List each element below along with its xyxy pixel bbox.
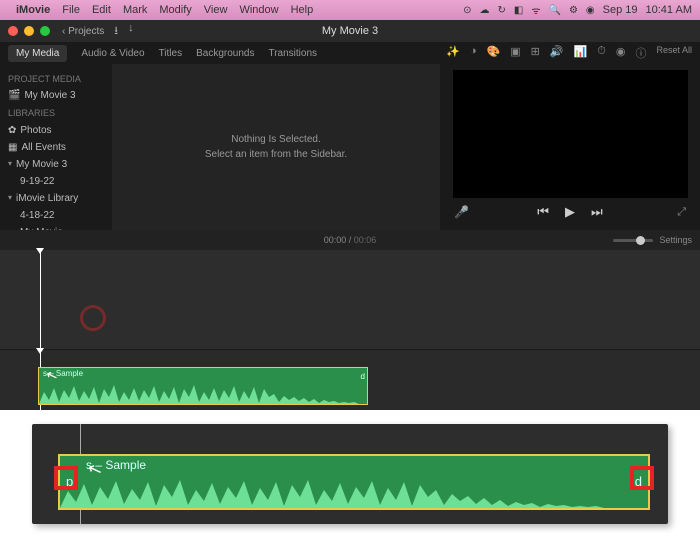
sidebar-section-media: PROJECT MEDIA [8,72,104,87]
window-title: My Movie 3 [322,25,378,37]
audio-clip[interactable]: s – Sample d [38,367,368,405]
sidebar-item-imovie-library[interactable]: ▾iMovie Library [8,190,104,207]
chevron-down-icon[interactable]: ▾ [8,191,12,205]
zoom-audio-clip[interactable]: s – Sample p d [58,454,650,510]
next-button[interactable]: ⏭ [591,204,603,220]
menu-mark[interactable]: Mark [123,4,147,16]
playhead[interactable] [40,250,41,349]
crop-icon[interactable]: ▣ [510,45,520,61]
tab-backgrounds[interactable]: Backgrounds [196,48,254,59]
tutorial-zoom-panel: s – Sample p d ↖ [0,410,700,544]
play-button[interactable]: ▶ [565,204,575,220]
wifi-icon[interactable]: ᯤ [531,3,540,17]
menubar-date[interactable]: Sep 19 [603,4,638,16]
filter-icon[interactable]: ◉ [616,45,626,61]
adjustment-toolbar: ✨ ◑ 🎨 ▣ ⊞ 🔊 📊 ⏱ ◉ ⓘ Reset All [446,45,692,61]
grid-icon: ▦ [8,139,17,156]
zoom-view: s – Sample p d ↖ [32,424,668,524]
stabilization-icon[interactable]: ⊞ [531,45,540,61]
zoom-slider[interactable] [613,239,653,242]
search-icon[interactable]: 🔍 [548,5,560,16]
macos-menubar: iMovie File Edit Mark Modify View Window… [0,0,700,20]
chevron-down-icon[interactable]: ▾ [8,157,12,171]
timeline-video-track[interactable] [0,250,700,350]
reset-all-button[interactable]: Reset All [656,45,692,61]
info-icon[interactable]: ⓘ [635,45,646,61]
close-button[interactable] [8,26,18,36]
waveform-icon [60,476,650,508]
fullscreen-button[interactable] [40,26,50,36]
waveform-icon [39,382,368,404]
speed-icon[interactable]: ⏱ [597,45,606,61]
sidebar-section-libraries: LIBRARIES [8,106,104,121]
menu-window[interactable]: Window [239,4,278,16]
main-area: PROJECT MEDIA 🎬My Movie 3 LIBRARIES ✿Pho… [0,64,700,230]
menu-help[interactable]: Help [291,4,314,16]
media-browser[interactable]: Nothing Is Selected. Select an item from… [112,64,440,230]
annotation-circle [80,305,106,331]
timeline-header: 00:00 / 00:06 Settings [0,230,700,250]
window-titlebar: ‹ Projects ⭳ ↓ My Movie 3 [0,20,700,42]
timecode-display: 00:00 / 00:06 [324,235,377,245]
tab-transitions[interactable]: Transitions [268,48,317,59]
screen-recording-icon[interactable]: ⊙ [463,5,471,16]
timeline-settings-group: Settings [613,235,692,245]
timeline[interactable]: s – Sample d ↖ [0,250,700,410]
volume-icon[interactable]: 🔊 [550,45,564,61]
menu-view[interactable]: View [204,4,228,16]
sidebar-item-all-events[interactable]: ▦All Events [8,139,104,156]
prev-button[interactable]: ⏮ [537,204,549,220]
minimize-button[interactable] [24,26,34,36]
viewer-panel: 🎤 ⏮ ▶ ⏭ ⤢ [440,64,700,230]
empty-state-text: Nothing Is Selected. Select an item from… [205,132,347,162]
menu-modify[interactable]: Modify [159,4,191,16]
back-to-projects-button[interactable]: ‹ Projects [62,26,104,37]
menu-file[interactable]: File [62,4,80,16]
viewer-canvas[interactable] [453,70,688,198]
settings-button[interactable]: Settings [659,235,692,245]
tab-my-media[interactable]: My Media [8,45,67,62]
cloud-icon[interactable]: ☁ [480,5,490,16]
clapperboard-icon: 🎬 [8,87,20,104]
control-center-icon[interactable]: ⚙ [569,5,578,16]
voiceover-icon[interactable]: 🎤 [454,205,469,219]
tab-titles[interactable]: Titles [159,48,183,59]
download-icon[interactable]: ↓ [128,22,134,41]
tab-audio-video[interactable]: Audio & Video [81,48,144,59]
traffic-lights [8,26,50,36]
display-icon[interactable]: ◧ [514,5,523,16]
playback-controls: 🎤 ⏮ ▶ ⏭ ⤢ [448,204,692,220]
menu-edit[interactable]: Edit [92,4,111,16]
menubar-time[interactable]: 10:41 AM [646,4,692,16]
sidebar-item-photos[interactable]: ✿Photos [8,122,104,139]
browser-header: My Media Audio & Video Titles Background… [0,42,700,64]
color-correction-icon[interactable]: 🎨 [487,45,501,61]
annotation-box-left [54,466,78,490]
color-balance-icon[interactable]: ◑ [470,45,477,61]
clip-right-handle[interactable]: d [361,372,365,381]
enhance-icon[interactable]: ✨ [446,45,460,61]
menubar-right: ⊙ ☁ ↻ ◧ ᯤ 🔍 ⚙ ◉ Sep 19 10:41 AM [463,3,692,17]
toolbar-icons: ⭳ ↓ [114,22,133,41]
siri-icon[interactable]: ◉ [586,5,595,16]
photos-icon: ✿ [8,122,16,139]
fullscreen-icon[interactable]: ⤢ [677,206,686,219]
library-sidebar[interactable]: PROJECT MEDIA 🎬My Movie 3 LIBRARIES ✿Pho… [0,64,112,230]
time-machine-icon[interactable]: ↻ [498,5,506,16]
noise-reduction-icon[interactable]: 📊 [574,45,588,61]
sidebar-item-event-date1[interactable]: 9-19-22 [8,173,104,190]
sidebar-item-event-date2[interactable]: 4-18-22 [8,207,104,224]
annotation-box-right [630,466,654,490]
import-icon[interactable]: ⭳ [114,22,118,41]
app-menu[interactable]: iMovie [16,4,50,16]
sidebar-item-mymovie3[interactable]: ▾My Movie 3 [8,156,104,173]
sidebar-item-project[interactable]: 🎬My Movie 3 [8,87,104,104]
